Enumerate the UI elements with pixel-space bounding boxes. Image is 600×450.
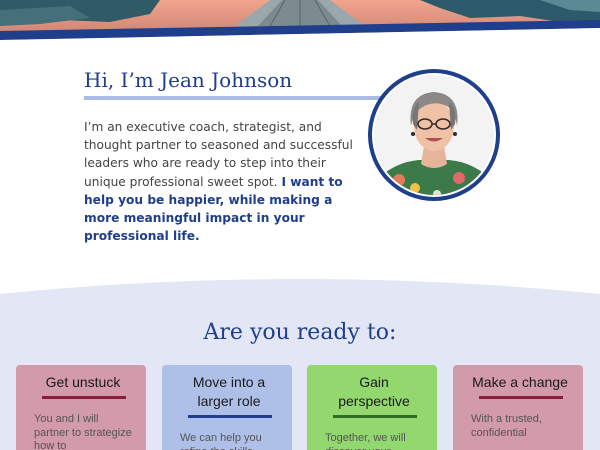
card-make-a-change[interactable]: Make a change With a trusted, confidenti… bbox=[453, 365, 583, 450]
card-title-rule bbox=[333, 415, 417, 418]
card-get-unstuck[interactable]: Get unstuck You and I will partner to st… bbox=[16, 365, 146, 450]
card-title: Gain perspective bbox=[338, 374, 410, 409]
card-title: Make a change bbox=[472, 374, 568, 390]
card-gain-perspective[interactable]: Gain perspective Together, we will disco… bbox=[307, 365, 437, 450]
title-underline bbox=[84, 96, 384, 100]
card-body: We can help you refine the skills bbox=[180, 432, 262, 450]
card-body: You and I will partner to strategize how… bbox=[34, 413, 132, 450]
card-title-rule bbox=[42, 396, 126, 399]
intro-title: Hi, I’m Jean Johnson bbox=[84, 68, 293, 92]
card-body: With a trusted, confidential bbox=[471, 413, 542, 439]
card-body: Together, we will discover your bbox=[325, 432, 406, 450]
intro-text: I’m an executive coach, strategist, and … bbox=[84, 118, 369, 245]
hero-banner-image bbox=[0, 0, 600, 40]
card-title-rule bbox=[479, 396, 563, 399]
card-title: Get unstuck bbox=[45, 374, 121, 390]
card-title-rule bbox=[188, 415, 272, 418]
portrait-photo bbox=[368, 69, 500, 201]
card-title: Move into a larger role bbox=[192, 374, 266, 409]
section-heading: Are you ready to: bbox=[203, 320, 397, 345]
card-move-into-larger-role[interactable]: Move into a larger role We can help you … bbox=[162, 365, 292, 450]
